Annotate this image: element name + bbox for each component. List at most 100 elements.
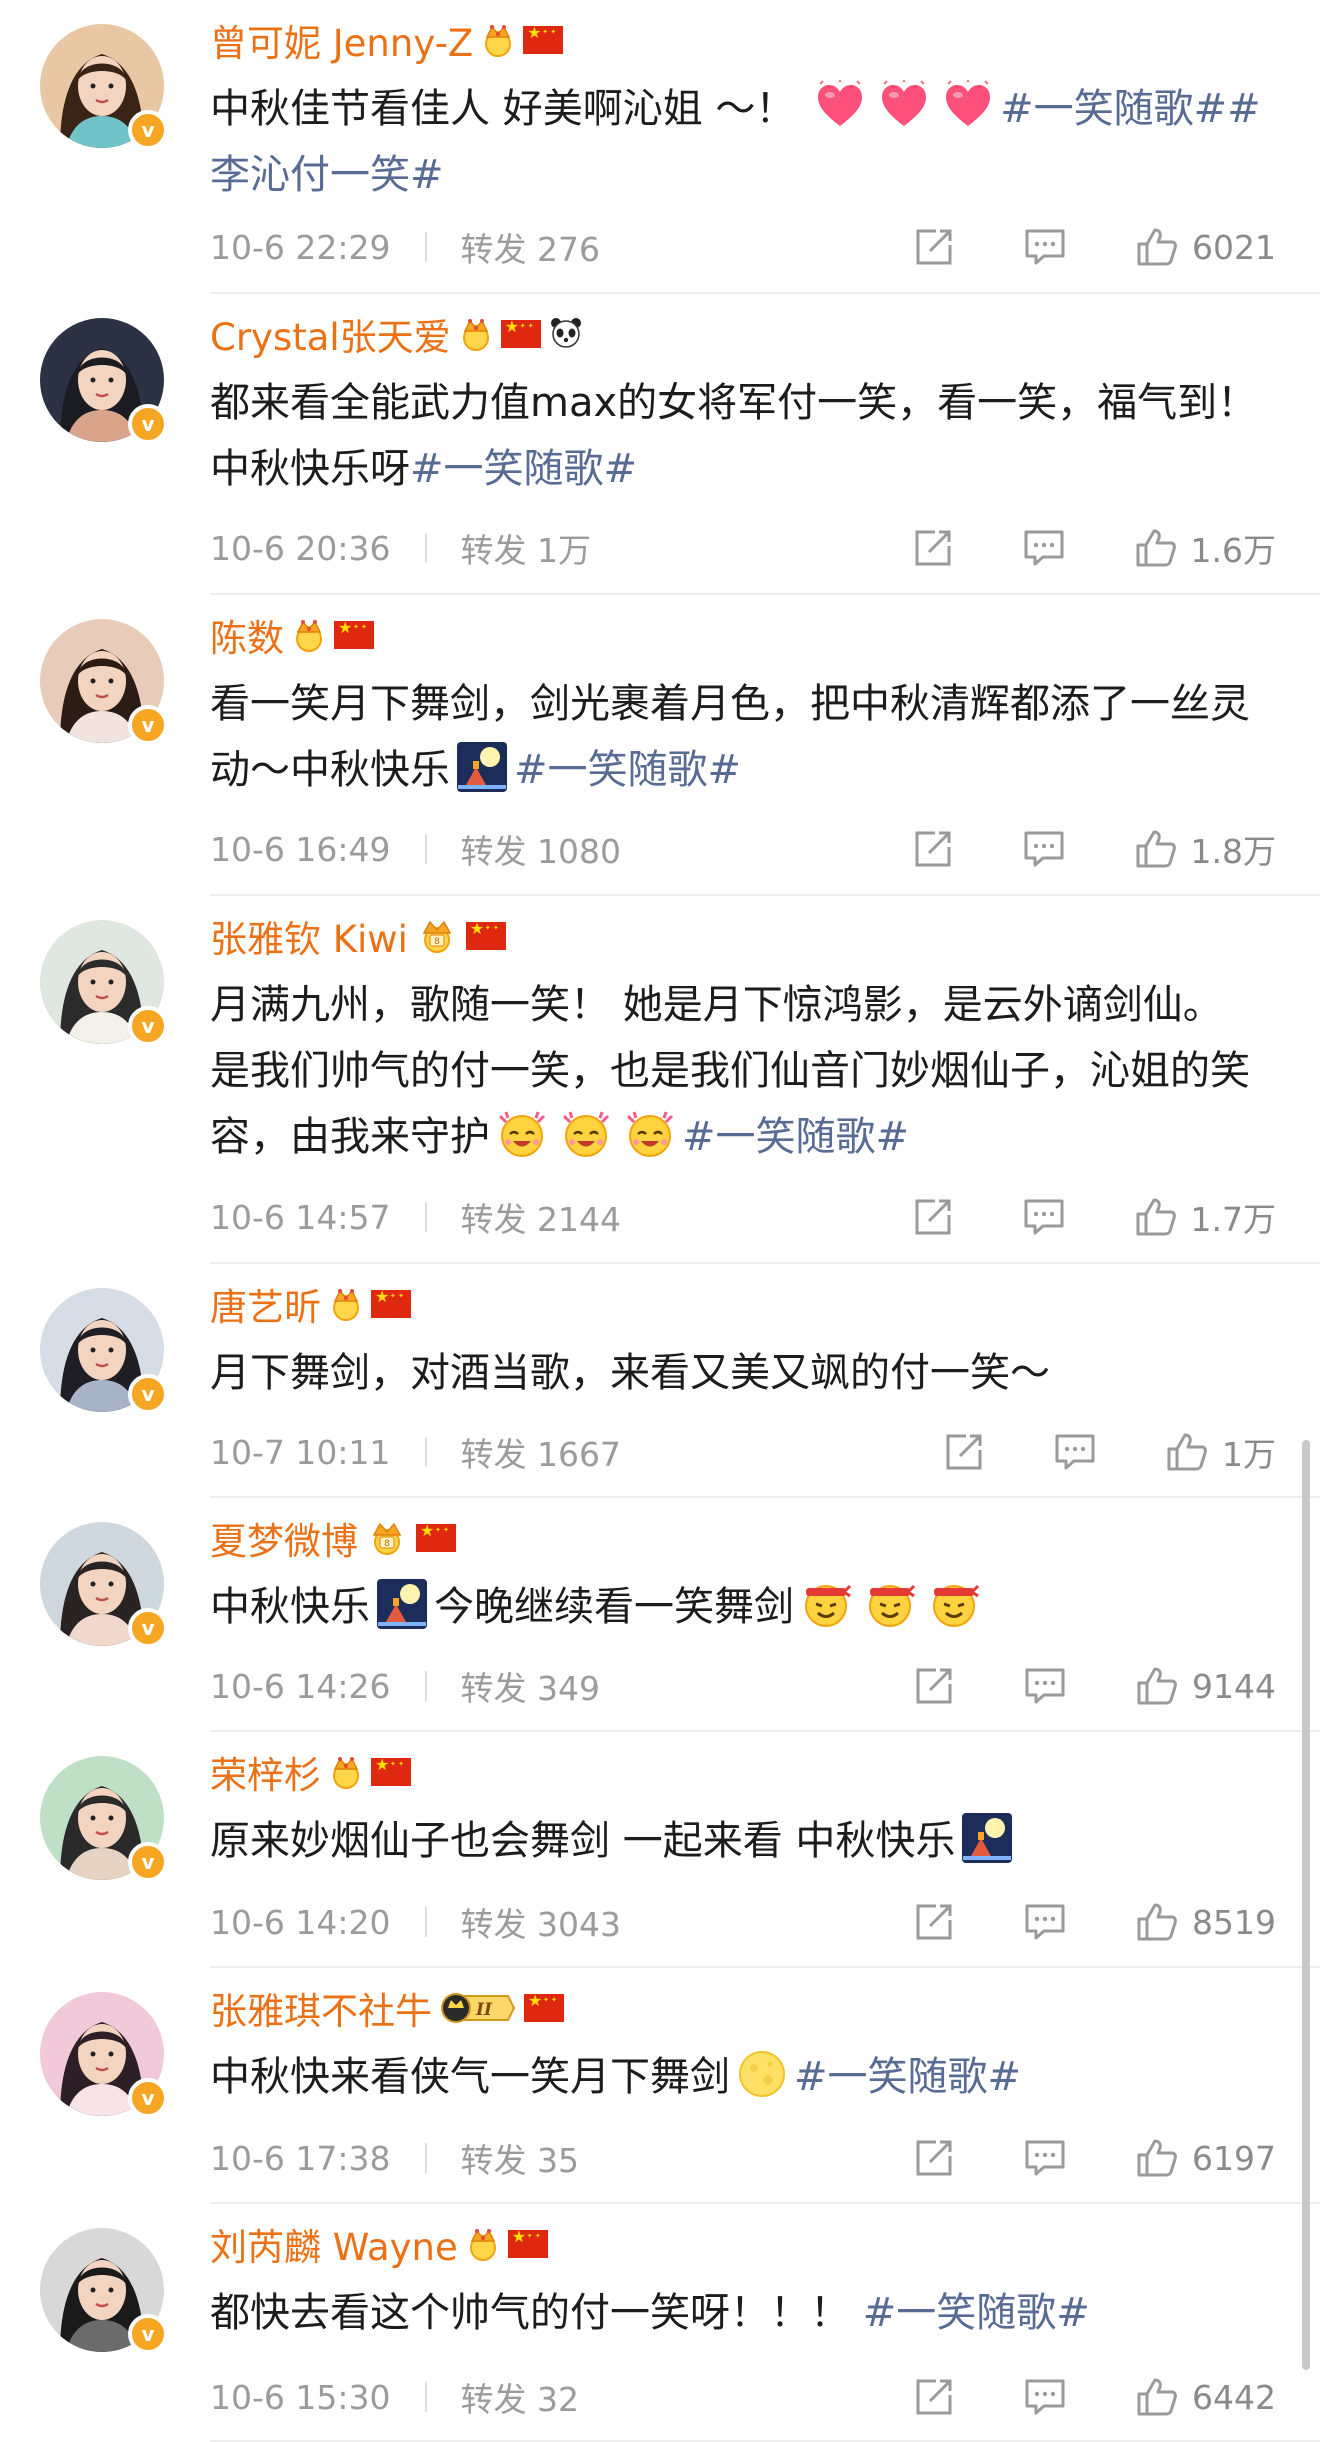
user-name[interactable]: 夏梦微博	[210, 1511, 358, 1565]
verified-badge-icon: v	[128, 1006, 168, 1046]
fighting-emoji	[864, 1578, 916, 1630]
verified-badge-icon: v	[128, 404, 168, 444]
divider	[424, 2382, 427, 2412]
hashtag-link[interactable]: #一笑随歌#	[794, 2054, 1021, 2100]
share-icon[interactable]	[913, 528, 953, 568]
action-bar: 9144	[914, 1665, 1276, 1707]
user-name[interactable]: 张雅琪不社牛	[210, 1981, 432, 2035]
share-icon[interactable]	[914, 2138, 954, 2178]
like-button[interactable]: 6197	[1136, 2137, 1276, 2179]
repost-number: 349	[537, 1669, 600, 1708]
comment-text: 中秋佳节看佳人 好美啊沁姐 ～！ #一笑随歌##李沁付一笑#	[210, 76, 1270, 208]
user-header: 陈数	[210, 607, 374, 663]
comment-text: 中秋快来看侠气一笑月下舞剑 #一笑随歌#	[210, 2044, 1270, 2110]
divider	[424, 232, 427, 262]
comment-text: 都来看全能武力值max的女将军付一笑，看一笑，福气到！中秋快乐呀#一笑随歌#	[210, 370, 1270, 502]
repost-label: 转发	[460, 1200, 527, 1239]
repost-count[interactable]: 转发 2144	[461, 1193, 621, 1241]
svg-text:8: 8	[434, 937, 440, 947]
comment-icon[interactable]	[1024, 2138, 1066, 2178]
avatar[interactable]: v	[40, 2228, 168, 2354]
share-icon[interactable]	[913, 1197, 953, 1237]
repost-count[interactable]: 转发 349	[461, 1662, 601, 1710]
avatar[interactable]: v	[40, 1992, 168, 2118]
crown-icon	[329, 1287, 363, 1321]
user-name[interactable]: 陈数	[210, 608, 284, 662]
avatar[interactable]: v	[40, 318, 168, 444]
comment-icon[interactable]	[1024, 1666, 1066, 1706]
action-bar: 1.8万	[913, 825, 1276, 873]
share-icon[interactable]	[913, 829, 953, 869]
comment-text: 月满九州，歌随一笑！ 她是月下惊鸿影，是云外谪剑仙。 是我们帅气的付一笑，也是我…	[210, 972, 1270, 1170]
divider	[424, 1437, 427, 1467]
user-name[interactable]: 曾可妮 Jenny-Z	[210, 13, 473, 67]
avatar[interactable]: v	[40, 920, 168, 1046]
user-name[interactable]: 刘芮麟 Wayne	[210, 2217, 458, 2271]
repost-count[interactable]: 转发 3043	[461, 1898, 621, 1946]
repost-number: 3043	[537, 1905, 621, 1944]
verified-badge-icon: v	[128, 705, 168, 745]
like-count: 1.7万	[1190, 1200, 1276, 1239]
repost-label: 转发	[460, 2380, 527, 2419]
fighting-emoji	[800, 1578, 852, 1630]
like-button[interactable]: 8519	[1136, 1901, 1276, 1943]
like-button[interactable]: 1.6万	[1135, 524, 1276, 572]
like-button[interactable]: 1.7万	[1135, 1193, 1276, 1241]
share-icon[interactable]	[914, 227, 954, 267]
repost-number: 35	[537, 2141, 579, 2180]
like-button[interactable]: 1万	[1166, 1428, 1276, 1476]
repost-count[interactable]: 转发 35	[461, 2134, 580, 2182]
user-name[interactable]: 张雅钦 Kiwi	[210, 909, 408, 963]
share-icon[interactable]	[914, 2377, 954, 2417]
china-flag-icon	[334, 618, 374, 649]
user-name[interactable]: 荣梓杉	[210, 1745, 321, 1799]
comment-item: v 唐艺昕月下舞剑，对酒当歌，来看又美又飒的付一笑～ 10-7 10:11 转发 16…	[0, 1264, 1320, 1498]
comment-meta: 10-6 22:29 转发 276 6021	[210, 222, 1276, 272]
share-icon[interactable]	[914, 1902, 954, 1942]
verified-badge-icon: v	[128, 1842, 168, 1882]
comment-icon[interactable]	[1054, 1432, 1096, 1472]
china-flag-icon	[523, 23, 564, 54]
user-name[interactable]: Crystal张天爱	[210, 307, 451, 361]
avatar[interactable]: v	[40, 1288, 168, 1414]
comment-icon[interactable]	[1024, 1902, 1066, 1942]
share-icon[interactable]	[944, 1432, 984, 1472]
like-button[interactable]: 6021	[1136, 226, 1276, 268]
comment-icon[interactable]	[1024, 227, 1066, 267]
like-button[interactable]: 9144	[1136, 1665, 1276, 1707]
share-icon[interactable]	[914, 1666, 954, 1706]
action-bar: 8519	[914, 1901, 1276, 1943]
repost-count[interactable]: 转发 1667	[461, 1428, 621, 1476]
repost-label: 转发	[460, 230, 527, 269]
comment-icon[interactable]	[1024, 2377, 1066, 2417]
scrollbar[interactable]	[1302, 1440, 1310, 2370]
comment-icon[interactable]	[1023, 1197, 1065, 1237]
hashtag-link[interactable]: #一笑随歌#	[863, 2290, 1090, 2336]
china-flag-icon	[371, 1287, 411, 1318]
user-header: 刘芮麟 Wayne	[210, 2216, 548, 2272]
avatar[interactable]: v	[40, 619, 168, 745]
china-flag-icon	[465, 919, 506, 950]
comment-icon[interactable]	[1023, 829, 1065, 869]
repost-count[interactable]: 转发 276	[461, 223, 601, 271]
comment-text-segment: 原来妙烟仙子也会舞剑 一起来看 中秋快乐	[210, 1818, 956, 1864]
hashtag-link[interactable]: #一笑随歌#	[682, 1114, 909, 1160]
hashtag-link[interactable]: #一笑随歌#	[514, 747, 741, 793]
comment-item: v 张雅钦 Kiwi 8 月满九州，歌随一笑！ 她是月下惊鸿影，是云外谪剑仙。 是我们…	[0, 896, 1320, 1264]
like-button[interactable]: 6442	[1136, 2376, 1276, 2418]
repost-count[interactable]: 转发 1080	[461, 825, 621, 873]
comment-meta: 10-6 14:57 转发 2144 1.7万	[210, 1192, 1276, 1242]
heart-emoji	[814, 80, 866, 132]
avatar[interactable]: v	[40, 1522, 168, 1648]
hashtag-link[interactable]: #一笑随歌#	[410, 446, 637, 492]
avatar[interactable]: v	[40, 24, 168, 150]
comment-icon[interactable]	[1023, 528, 1065, 568]
crown-icon	[329, 1755, 363, 1789]
comment-text-segment: 都快去看这个帅气的付一笑呀！！！	[210, 2290, 863, 2336]
repost-count[interactable]: 转发 1万	[461, 524, 592, 572]
user-name[interactable]: 唐艺昕	[210, 1277, 321, 1331]
avatar[interactable]: v	[40, 1756, 168, 1882]
timestamp: 10-6 14:26	[210, 1666, 391, 1706]
like-button[interactable]: 1.8万	[1135, 825, 1276, 873]
repost-count[interactable]: 转发 32	[461, 2373, 580, 2421]
